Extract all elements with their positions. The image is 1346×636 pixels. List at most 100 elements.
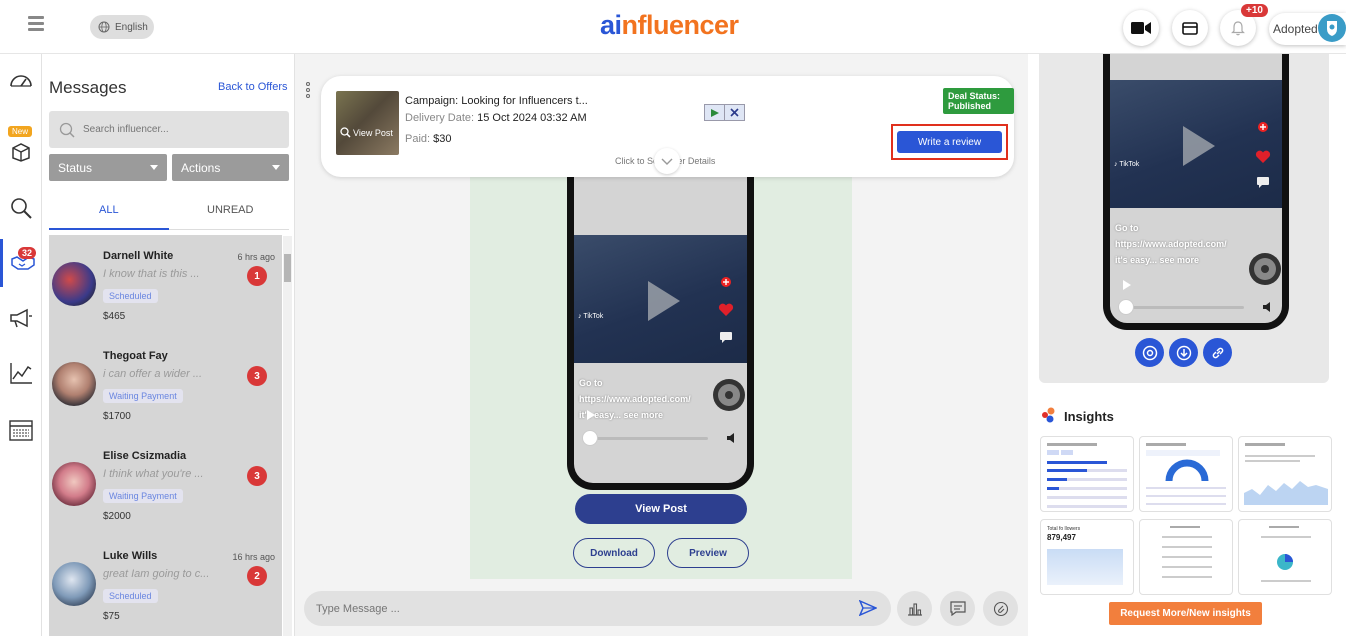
post-video[interactable]: ♪ TikTok [1110,80,1282,208]
send-icon[interactable] [859,600,877,616]
play-icon[interactable] [644,279,684,323]
video-progress-track[interactable] [1124,306,1244,309]
post-video[interactable]: ♪ TikTok [574,235,747,363]
actions-dropdown-label: Actions [181,160,221,175]
insights-title: Insights [1064,409,1114,424]
attach-button[interactable] [983,591,1018,626]
credit-card-icon [1182,21,1198,35]
rail-search[interactable] [0,184,42,232]
video-call-button[interactable] [1123,10,1159,46]
calendar-icon [9,420,33,441]
line-chart-icon [10,363,32,384]
right-panel-scrollbar[interactable] [1337,54,1346,636]
add-follow-icon[interactable] [720,276,732,288]
language-selector[interactable]: English [90,15,154,39]
play-icon [710,108,719,117]
insight-card-locations[interactable] [1139,519,1233,595]
insight-card-gender[interactable] [1139,436,1233,512]
rail-messages[interactable] [0,239,42,287]
conversation-item[interactable]: Darnell White 6 hrs ago I know that is t… [49,235,282,335]
video-progress-handle[interactable] [582,430,598,446]
conversation-scrollbar[interactable] [283,236,292,636]
link-icon [1212,347,1223,358]
view-post-button[interactable]: View Post [575,494,747,524]
eye-target-icon [1142,345,1157,360]
heart-icon[interactable] [1255,150,1271,164]
message-lines-icon [949,601,966,616]
top-header: English ainfluencer +10 Adopted [0,0,1346,54]
comment-icon[interactable] [719,331,733,343]
menu-icon[interactable] [28,16,44,32]
total-followers-value: 879,497 [1047,533,1076,542]
rail-offers[interactable] [0,128,42,176]
request-insights-button[interactable]: Request More/New insights [1109,602,1262,625]
unread-count-badge: 3 [247,466,267,486]
rail-calendar[interactable] [0,406,42,454]
messages-title: Messages [49,78,127,97]
scrollbar-thumb[interactable] [284,254,291,282]
app-logo[interactable]: ainfluencer [600,10,739,41]
insights-button[interactable] [897,591,932,626]
messages-panel: Messages Back to Offers Status Actions A… [42,54,295,636]
message-preview: I know that is this ... [103,268,200,280]
volume-icon[interactable] [1262,301,1274,313]
music-disc-icon [713,379,745,411]
view-stats-button[interactable] [1135,338,1164,367]
video-progress-handle[interactable] [1118,299,1134,315]
volume-icon[interactable] [726,432,738,444]
status-dropdown[interactable]: Status [49,154,167,181]
add-follow-icon[interactable] [1257,121,1269,133]
conversation-item[interactable]: Luke Wills 16 hrs ago great Iam going to… [49,535,282,635]
tab-all[interactable]: ALL [99,204,119,216]
rail-dashboard[interactable] [0,56,42,104]
actions-dropdown[interactable]: Actions [172,154,289,181]
insight-card-best-time[interactable] [1238,436,1332,512]
avatar [52,262,96,306]
mini-play-button[interactable] [705,105,725,120]
heart-icon[interactable] [718,303,734,317]
copy-link-button[interactable] [1203,338,1232,367]
box-icon [12,143,30,162]
message-input[interactable] [316,602,836,615]
conversation-item[interactable]: Elise Csizmadia I think what you're ... … [49,435,282,535]
post-thumbnail[interactable]: View Post [336,91,399,155]
expand-offer-button[interactable] [654,148,680,174]
download-button[interactable]: Download [573,538,655,568]
insight-card-total-followers[interactable]: Total fo llowers 879,497 [1040,519,1134,595]
play-icon[interactable] [586,409,596,421]
tab-unread[interactable]: UNREAD [207,204,253,216]
play-icon[interactable] [1122,279,1132,291]
payment-button[interactable] [1172,10,1208,46]
svg-text:♪ TikTok: ♪ TikTok [578,313,604,320]
thumbnail-view-post[interactable]: View Post [340,127,393,138]
search-influencer-input[interactable] [83,124,273,135]
total-followers-label: Total fo llowers [1047,526,1081,532]
speedometer-icon [10,75,32,87]
mini-close-button[interactable] [725,105,744,120]
write-review-button[interactable]: Write a review [897,131,1002,153]
play-icon[interactable] [1179,124,1219,168]
account-avatar[interactable] [1318,14,1346,42]
insight-card-follower-insights[interactable] [1040,436,1134,512]
contact-name: Darnell White [103,250,174,262]
rail-analytics[interactable] [0,349,42,397]
deal-price: $75 [103,611,120,622]
conversation-item[interactable]: Thegoat Fay i can offer a wider ... Wait… [49,335,282,435]
comment-icon[interactable] [1256,176,1270,188]
message-tabs: ALL UNREAD [49,194,289,230]
attachment-icon [993,601,1008,616]
more-options-icon[interactable] [306,82,310,100]
rail-campaigns[interactable] [0,294,42,342]
video-progress-track[interactable] [588,437,708,440]
back-to-offers-link[interactable]: Back to Offers [218,81,288,93]
download-post-button[interactable] [1169,338,1198,367]
insight-card-engagement[interactable] [1238,519,1332,595]
caret-down-icon [150,165,158,170]
templates-button[interactable] [940,591,975,626]
contact-name: Thegoat Fay [103,350,168,362]
icon-rail: New 32 [0,54,42,636]
message-preview: great Iam going to c... [103,568,210,580]
preview-button[interactable]: Preview [667,538,749,568]
status-badge: Scheduled [103,289,158,303]
active-tab-indicator [49,228,169,230]
